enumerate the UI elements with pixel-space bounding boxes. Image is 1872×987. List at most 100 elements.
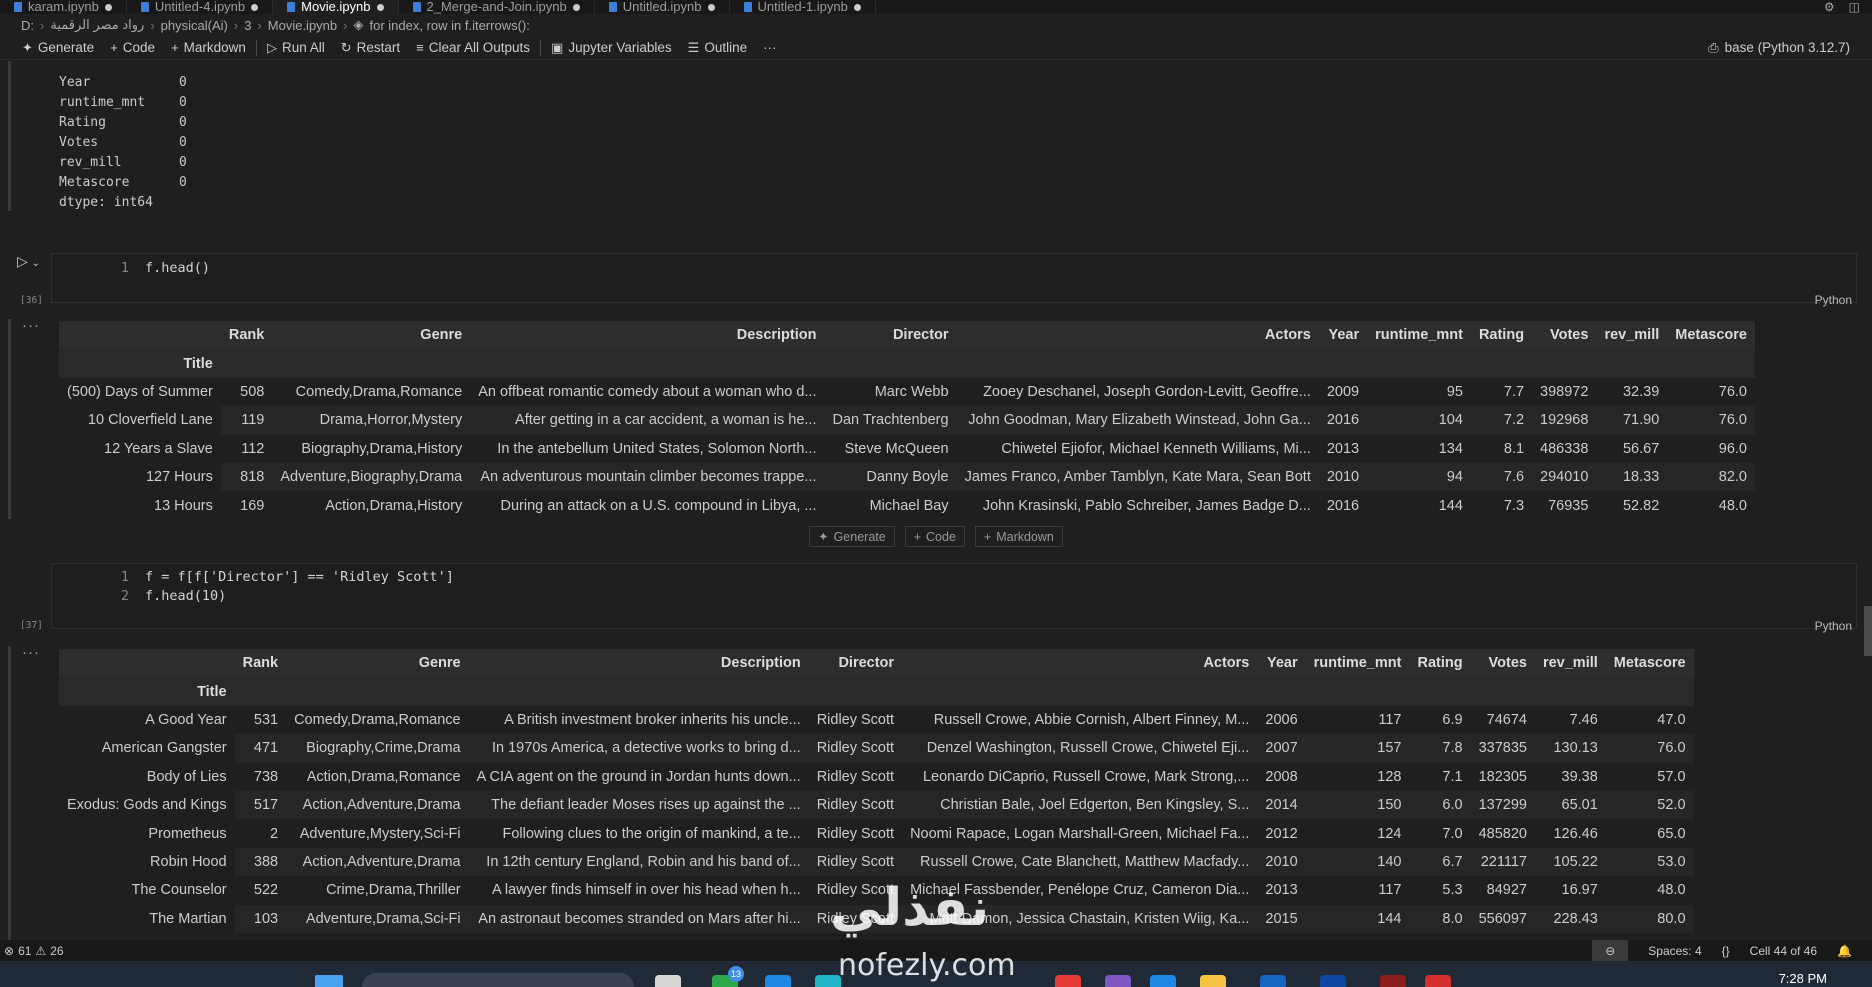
indentation-setting[interactable]: Spaces: 4 xyxy=(1648,944,1701,958)
table-cell: Denzel Washington, Russell Crowe, Chiwet… xyxy=(902,734,1258,763)
file-explorer-icon[interactable] xyxy=(1200,975,1226,987)
bell-icon[interactable]: 🔔 xyxy=(1837,944,1852,958)
table-cell: 337835 xyxy=(1470,734,1535,763)
header-blank xyxy=(1532,349,1597,378)
add-generate-button[interactable]: ✦ Generate xyxy=(809,526,895,547)
output-bar xyxy=(8,319,11,519)
code-editor[interactable]: 1 f = f[f['Director'] == 'Ridley Scott'] 2… xyxy=(51,563,1857,629)
table-cell: 57.0 xyxy=(1605,762,1694,791)
jupyter-variables-button[interactable]: ▣ Jupyter Variables xyxy=(543,40,680,56)
unsaved-dot-icon[interactable] xyxy=(104,3,112,11)
clear-outputs-button[interactable]: ≡ Clear All Outputs xyxy=(408,40,538,55)
line-number: 1 xyxy=(120,569,129,585)
table-cell: In 1970s America, a detective works to b… xyxy=(468,734,809,763)
notebook-body: Year 0 runtime_mnt 0 Rating 0 Votes 0 rev_mill 0 M… xyxy=(0,61,1872,940)
header-blank xyxy=(1318,349,1368,378)
breadcrumb-item[interactable]: D: xyxy=(21,18,34,33)
clock[interactable]: 7:28 PM xyxy=(1779,971,1827,986)
breadcrumb-item[interactable]: physical(Ai) xyxy=(161,18,228,33)
unsaved-dot-icon[interactable] xyxy=(251,3,259,11)
unsaved-dot-icon[interactable] xyxy=(376,3,384,11)
column-header: Director xyxy=(824,321,957,350)
table-cell: 52.82 xyxy=(1596,491,1668,520)
table-cell: Ridley Scott xyxy=(808,705,903,735)
add-code-cell-button[interactable]: + Code xyxy=(904,526,965,547)
breadcrumb-item[interactable]: Movie.ipynb xyxy=(268,18,337,33)
add-code-button[interactable]: + Code xyxy=(102,40,163,55)
add-markdown-button[interactable]: + Markdown xyxy=(163,40,254,55)
app-icon[interactable] xyxy=(1055,975,1081,987)
windows-start-icon[interactable] xyxy=(315,975,343,987)
run-cell-button[interactable]: ▷ ⌄ xyxy=(17,253,40,270)
breadcrumb-item[interactable]: رواد مصر الرقمية xyxy=(50,17,144,33)
play-icon: ▷ xyxy=(266,39,277,55)
tab-karam-ipynb[interactable]: karam.ipynb xyxy=(0,0,127,14)
table-row: 10 Cloverfield Lane 119 Drama,Horror,Myste… xyxy=(59,406,1755,435)
table-cell: A British investment broker inherits his… xyxy=(468,705,809,735)
app-icon[interactable] xyxy=(1320,975,1346,987)
scrollbar[interactable] xyxy=(1864,606,1872,656)
split-editor-icon[interactable]: ◫ xyxy=(1849,0,1860,14)
unsaved-dot-icon[interactable] xyxy=(853,3,861,11)
code-text: f = f[f['Director'] == 'Ridley Scott'] xyxy=(145,569,454,585)
breadcrumb-item[interactable]: for index, row in f.iterrows(): xyxy=(369,18,529,33)
add-markdown-cell-button[interactable]: + Markdown xyxy=(974,526,1063,547)
app-icon[interactable] xyxy=(1380,975,1406,987)
table-cell: Action,Drama,History xyxy=(272,491,471,520)
unsaved-dot-icon[interactable] xyxy=(707,3,715,11)
table-cell: 2014 xyxy=(1257,790,1306,820)
vscode-icon[interactable] xyxy=(1150,975,1176,987)
table-cell: John Krasinski, Pablo Schreiber, James B… xyxy=(956,491,1319,520)
tab-untitled-ipynb[interactable]: Untitled.ipynb xyxy=(595,0,730,14)
table-cell: 522 xyxy=(234,876,287,905)
header-blank xyxy=(220,349,273,378)
table-cell: 7.0 xyxy=(1409,819,1471,848)
series-row: rev_mill 0 xyxy=(59,153,187,173)
tab-2-merge-and-join-ipynb[interactable]: 2_Merge-and-Join.ipynb xyxy=(399,0,595,14)
zoom-button[interactable]: ⊖ xyxy=(1592,940,1629,961)
breadcrumb-item[interactable]: 3 xyxy=(244,18,251,33)
more-actions-button[interactable]: ··· xyxy=(755,40,785,55)
table-cell: Crime,Drama,Thriller xyxy=(286,876,469,905)
tab-movie-ipynb[interactable]: Movie.ipynb xyxy=(273,0,399,14)
table-cell: 2016 xyxy=(1318,406,1368,435)
restart-button[interactable]: ↻ Restart xyxy=(333,40,408,56)
unsaved-dot-icon[interactable] xyxy=(572,3,580,11)
gear-icon[interactable]: ⚙ xyxy=(1824,0,1835,14)
header-blank xyxy=(470,349,825,378)
table-cell: 103 xyxy=(234,904,287,933)
header-blank xyxy=(1605,677,1694,706)
app-icon[interactable] xyxy=(1425,975,1451,987)
column-header: Metascore xyxy=(1667,321,1755,350)
app-icon[interactable] xyxy=(1260,975,1286,987)
kernel-picker[interactable]: ⎙ base (Python 3.12.7) xyxy=(1700,40,1872,56)
table-cell: 96.0 xyxy=(1667,434,1755,463)
notes-icon[interactable] xyxy=(655,975,681,987)
app-icon[interactable] xyxy=(1105,975,1131,987)
output-menu-button[interactable]: ··· xyxy=(22,644,40,661)
tab-untitled-1-ipynb[interactable]: Untitled-1.ipynb xyxy=(730,0,876,14)
app-icon[interactable] xyxy=(765,975,791,987)
taskbar-search[interactable] xyxy=(362,973,634,987)
header-blank xyxy=(1409,677,1471,706)
table-cell: Michael Bay xyxy=(824,491,957,520)
cell-position[interactable]: Cell 44 of 46 xyxy=(1750,944,1817,958)
code-editor[interactable]: 1 f.head() xyxy=(51,253,1857,303)
cell-focus-bar xyxy=(8,61,11,211)
language-label[interactable]: Python xyxy=(1815,619,1852,633)
column-header: Votes xyxy=(1470,649,1535,678)
row-index: 10 Cloverfield Lane xyxy=(87,412,213,429)
language-label[interactable]: Python xyxy=(1815,293,1852,307)
table-row: Prometheus 2 Adventure,Mystery,Sci-Fi Follo… xyxy=(59,819,1694,848)
output-menu-button[interactable]: ··· xyxy=(22,317,40,334)
generate-button[interactable]: ✦ Generate xyxy=(14,40,102,56)
table-cell: 16.97 xyxy=(1534,876,1606,905)
table-cell: 32.39 xyxy=(1596,377,1668,407)
row-index: The Counselor xyxy=(131,882,227,899)
kernel-icon: ⎙ xyxy=(1708,39,1719,55)
tab-untitled-4-ipynb[interactable]: Untitled-4.ipynb xyxy=(127,0,274,14)
problems-indicator[interactable]: ⊗ 61 ⚠ 26 xyxy=(4,944,64,958)
notebook-file-icon xyxy=(287,2,296,12)
outline-button[interactable]: ☰ Outline xyxy=(680,40,755,56)
run-all-button[interactable]: ▷ Run All xyxy=(259,40,333,56)
